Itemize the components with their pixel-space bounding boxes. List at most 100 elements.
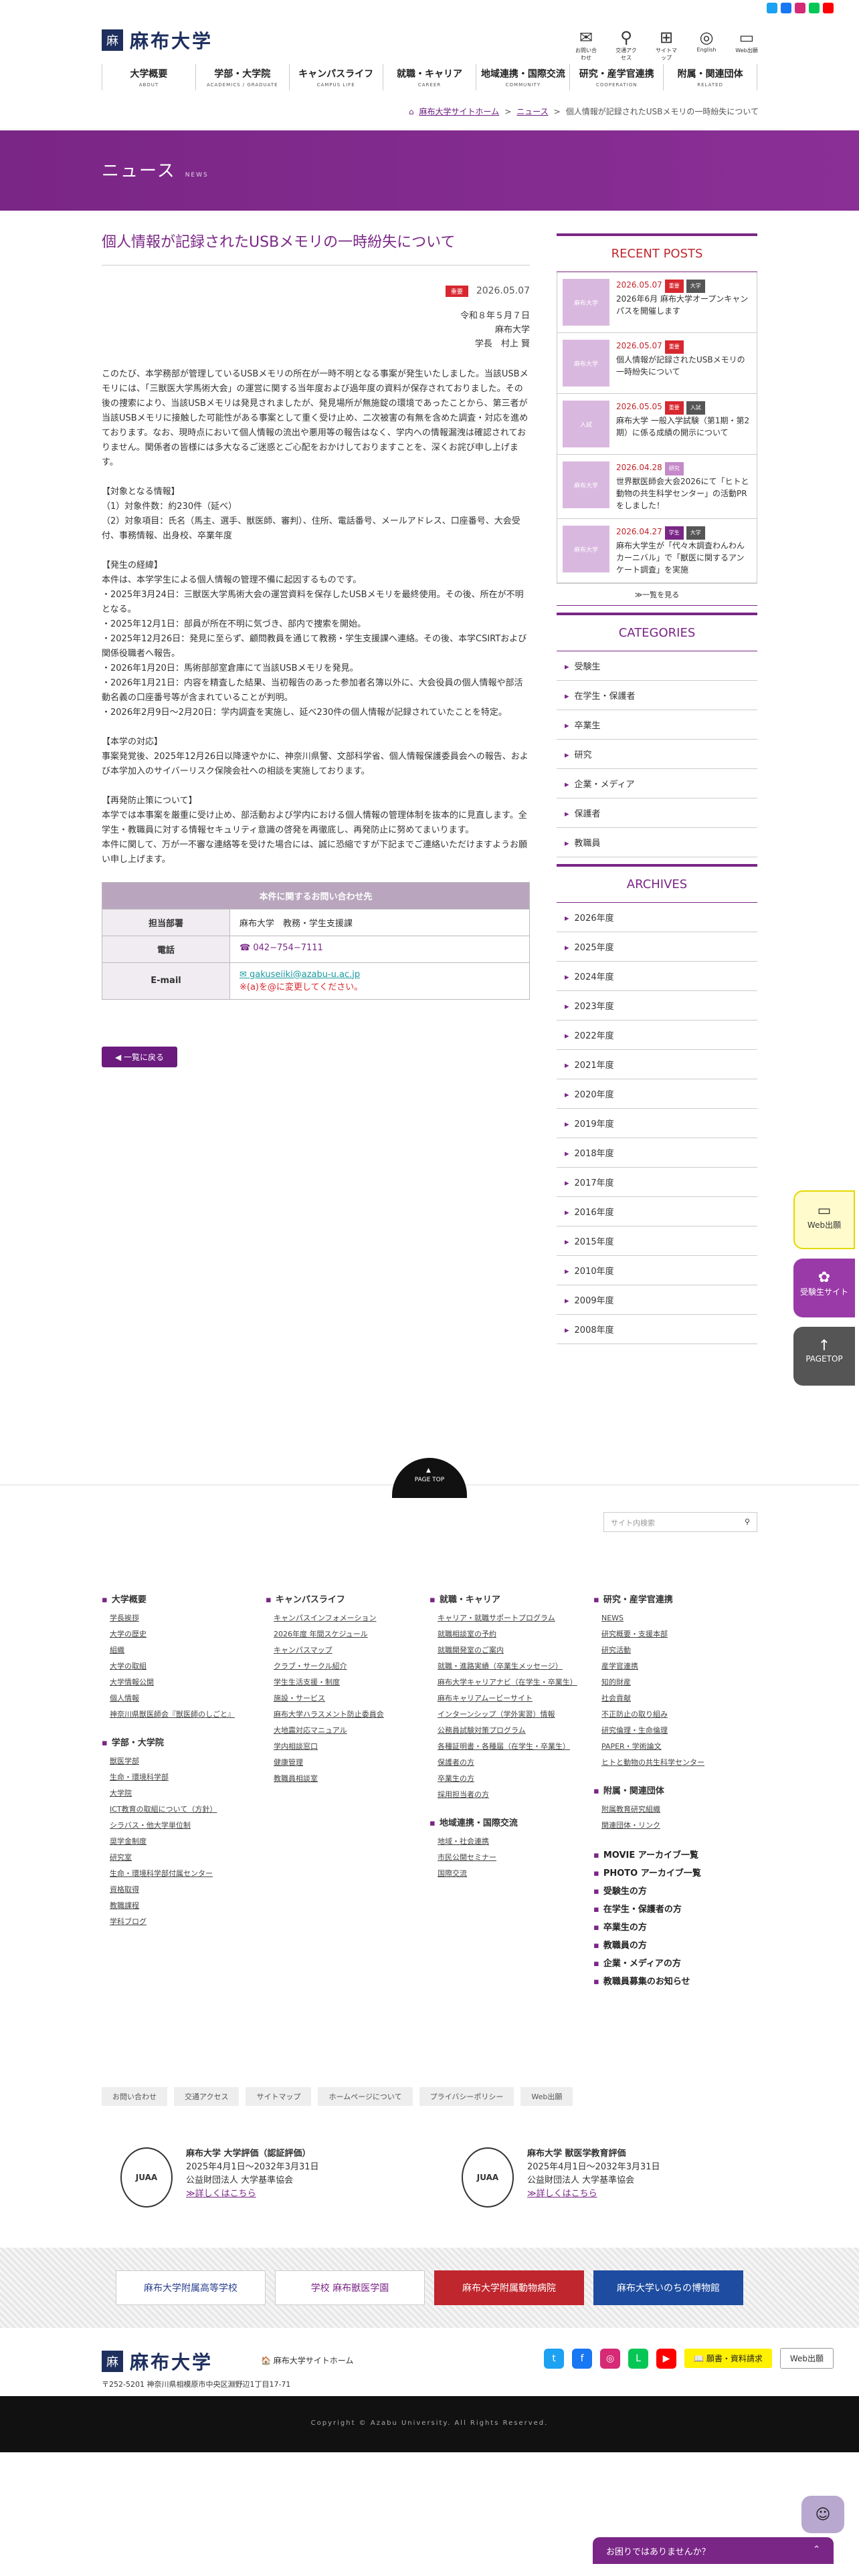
footer-link[interactable]: 獣医学部 — [102, 1756, 266, 1766]
request-materials-button[interactable]: 📖 願書・資料請求 — [684, 2349, 772, 2368]
footer-link[interactable]: 産学官連携 — [593, 1661, 757, 1671]
footer-heading[interactable]: 研究・産学官連携 — [593, 1592, 757, 1605]
footer-link[interactable]: キャリア・就職サポートプログラム — [430, 1613, 593, 1623]
footer-link[interactable]: 大学情報公開 — [102, 1677, 266, 1687]
footer-link[interactable]: 個人情報 — [102, 1693, 266, 1703]
footer-link[interactable]: 研究室 — [102, 1852, 266, 1862]
footer-button[interactable]: ホームページについて — [318, 2087, 413, 2106]
archive-item[interactable]: 2022年度 — [557, 1021, 757, 1050]
footer-button[interactable]: サイトマップ — [246, 2087, 312, 2106]
nav-item[interactable]: キャンパスライフ CAMPUS LIFE — [288, 64, 383, 90]
util-item[interactable]: ▭ Web出願 — [735, 28, 759, 62]
footer-link[interactable]: 各種証明書・各種届（在学生・卒業生） — [430, 1741, 593, 1751]
eval1-link[interactable]: ≫詳しくはこちら — [186, 2189, 256, 2199]
footer-link[interactable]: 地域・社会連携 — [430, 1836, 593, 1846]
float-pagetop-button[interactable]: ↑ PAGETOP — [793, 1327, 855, 1386]
banner-high-school[interactable]: 麻布大学附属高等学校 — [116, 2270, 266, 2305]
footer-link[interactable]: 社会貢献 — [593, 1693, 757, 1703]
archive-item[interactable]: 2023年度 — [557, 991, 757, 1021]
footer-link[interactable]: 保護者の方 — [430, 1757, 593, 1767]
twitter-icon[interactable]: t — [544, 2348, 565, 2369]
recent-post[interactable]: 麻布大学 2026.04.27 学生 大学 麻布大学生が「代々木調査わんわんカーニバル」… — [557, 519, 757, 583]
archive-item[interactable]: 2025年度 — [557, 932, 757, 962]
footer-link[interactable]: 生命・環境科学部付属センター — [102, 1868, 266, 1879]
footer-site-home[interactable]: 🏠 麻布大学サイトホーム — [261, 2355, 353, 2366]
util-item[interactable]: ⚲ 交通アクセス — [614, 28, 638, 62]
archive-item[interactable]: 2021年度 — [557, 1050, 757, 1079]
banner-hospital[interactable]: 麻布大学附属動物病院 — [434, 2270, 584, 2305]
category-item[interactable]: 在学生・保護者 — [557, 681, 757, 710]
footer-link[interactable]: 施設・サービス — [266, 1693, 430, 1703]
recent-post[interactable]: 麻布大学 2026.05.07 重要 個人情報が記録されたUSBメモリの一時紛失につい… — [557, 333, 757, 394]
back-to-list-button[interactable]: ◀ 一覧に戻る — [102, 1046, 178, 1067]
footer-link[interactable]: 奨学金制度 — [102, 1836, 266, 1846]
footer-feature-link[interactable]: 受験生の方 — [593, 1887, 757, 1897]
footer-link[interactable]: 教職員相談室 — [266, 1774, 430, 1784]
footer-link[interactable]: 健康管理 — [266, 1757, 430, 1767]
breadcrumb-news[interactable]: ニュース — [516, 106, 548, 117]
footer-feature-link[interactable]: 在学生・保護者の方 — [593, 1905, 757, 1915]
archive-item[interactable]: 2024年度 — [557, 962, 757, 991]
category-item[interactable]: 保護者 — [557, 798, 757, 828]
footer-link[interactable]: 2026年度 年間スケジュール — [266, 1629, 430, 1639]
instagram-icon[interactable] — [795, 3, 805, 13]
footer-link[interactable]: 研究倫理・生命倫理 — [593, 1725, 757, 1735]
footer-feature-link[interactable]: 卒業生の方 — [593, 1923, 757, 1933]
nav-item[interactable]: 大学概要 ABOUT — [102, 64, 195, 90]
footer-heading[interactable]: 地域連携・国際交流 — [430, 1816, 593, 1828]
footer-link[interactable]: 学内相談窓口 — [266, 1741, 430, 1751]
footer-feature-link[interactable]: 教職員募集のお知らせ — [593, 1977, 757, 1987]
archive-item[interactable]: 2008年度 — [557, 1315, 757, 1344]
footer-link[interactable]: 大学院 — [102, 1788, 266, 1798]
footer-heading[interactable]: 附属・関連団体 — [593, 1784, 757, 1796]
footer-link[interactable]: インターンシップ（学外実習）情報 — [430, 1709, 593, 1719]
recent-post[interactable]: 麻布大学 2026.04.28 研究 世界獣医師会大会2026にて「ヒトと動物の共生科… — [557, 455, 757, 519]
footer-feature-link[interactable]: MOVIE アーカイブ一覧 — [593, 1850, 757, 1860]
breadcrumb-home[interactable]: 麻布大学サイトホーム — [419, 106, 500, 117]
category-item[interactable]: 教職員 — [557, 828, 757, 857]
footer-link[interactable]: 麻布大学ハラスメント防止委員会 — [266, 1709, 430, 1719]
youtube-icon[interactable] — [823, 3, 834, 13]
footer-button[interactable]: Web出願 — [520, 2087, 573, 2106]
footer-link[interactable]: 就職・進路実績（卒業生メッセージ） — [430, 1661, 593, 1671]
footer-logo[interactable]: 麻 麻布大学 — [102, 2348, 213, 2375]
banner-museum[interactable]: 麻布大学いのちの博物館 — [593, 2270, 743, 2305]
category-item[interactable]: 企業・メディア — [557, 769, 757, 798]
archive-item[interactable]: 2020年度 — [557, 1079, 757, 1109]
chatbot-icon[interactable]: ☺ — [801, 2496, 844, 2533]
footer-heading[interactable]: 大学概要 — [102, 1592, 266, 1605]
chat-bar[interactable]: お困りではありませんか？ ⌃ — [593, 2537, 834, 2564]
footer-link[interactable]: 卒業生の方 — [430, 1774, 593, 1784]
footer-link[interactable]: 公務員試験対策プログラム — [430, 1725, 593, 1735]
eval2-link[interactable]: ≫詳しくはこちら — [527, 2189, 597, 2199]
footer-link[interactable]: 研究概要・支援本部 — [593, 1629, 757, 1639]
more-link[interactable]: ≫一覧を見る — [557, 584, 757, 606]
contact-mail-link[interactable]: ✉ gakuseiiki@azabu-u.ac.jp — [240, 970, 520, 980]
footer-link[interactable]: 附属教育研究組織 — [593, 1804, 757, 1814]
footer-link[interactable]: キャンパスマップ — [266, 1645, 430, 1655]
facebook-icon[interactable] — [781, 3, 791, 13]
util-item[interactable]: ✉ お問い合わせ — [574, 28, 598, 62]
contact-tel-link[interactable]: ☎ 042−754−7111 — [229, 936, 529, 962]
footer-link[interactable]: 研究活動 — [593, 1645, 757, 1655]
footer-link[interactable]: 大地震対応マニュアル — [266, 1725, 430, 1735]
footer-feature-link[interactable]: PHOTO アーカイブ一覧 — [593, 1868, 757, 1879]
footer-link[interactable]: 市民公開セミナー — [430, 1852, 593, 1862]
footer-heading[interactable]: キャンパスライフ — [266, 1592, 430, 1605]
footer-link[interactable]: 学科ブログ — [102, 1917, 266, 1927]
footer-heading[interactable]: 就職・キャリア — [430, 1592, 593, 1605]
float-web-apply-button[interactable]: ▭ Web出願 — [793, 1190, 855, 1249]
archive-item[interactable]: 2009年度 — [557, 1285, 757, 1315]
footer-link[interactable]: ヒトと動物の共生科学センター — [593, 1757, 757, 1767]
archive-item[interactable]: 2016年度 — [557, 1197, 757, 1226]
footer-link[interactable]: キャンパスインフォメーション — [266, 1613, 430, 1623]
footer-button[interactable]: お問い合わせ — [102, 2087, 167, 2106]
nav-item[interactable]: 地域連携・国際交流 COMMUNITY — [476, 64, 569, 90]
youtube-icon[interactable]: ▶ — [656, 2348, 677, 2369]
site-search-input[interactable]: サイト内検索 ⚲ — [603, 1512, 757, 1532]
category-item[interactable]: 研究 — [557, 740, 757, 769]
footer-link[interactable]: 知的財産 — [593, 1677, 757, 1687]
footer-link[interactable]: 学生生活支援・制度 — [266, 1677, 430, 1687]
footer-link[interactable]: 神奈川県獣医師会『獣医師のしごと』 — [102, 1709, 266, 1719]
footer-feature-link[interactable]: 教職員の方 — [593, 1941, 757, 1951]
